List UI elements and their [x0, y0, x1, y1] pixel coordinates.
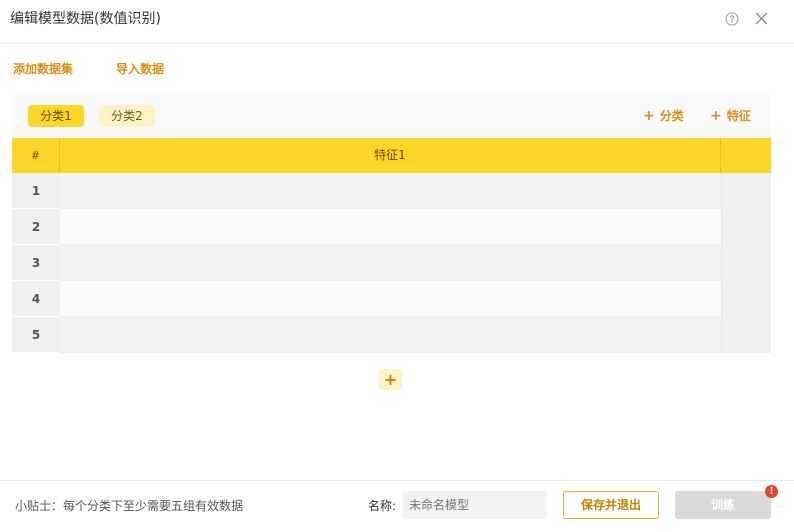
add-feature-button[interactable]: + 特征: [710, 107, 751, 125]
alert-icon: !: [765, 485, 778, 498]
tab-category-1[interactable]: 分类1: [28, 105, 84, 127]
dialog-title: 编辑模型数据(数值识别): [10, 11, 161, 27]
table-row: 1: [12, 173, 721, 209]
save-and-exit-button[interactable]: 保存并退出: [563, 491, 659, 519]
row-actions-column: [721, 173, 771, 353]
import-data-button[interactable]: 导入数据: [116, 60, 164, 78]
add-feature-label: 特征: [726, 109, 751, 123]
data-panel: 分类1 分类2 + 分类 + 特征 # 特征1 1 2 3 4 5: [12, 94, 771, 353]
index-column-header: #: [12, 138, 60, 173]
table-cell[interactable]: [60, 173, 721, 209]
add-row-button[interactable]: +: [379, 369, 402, 390]
plus-icon: +: [710, 108, 722, 124]
table-header: # 特征1: [12, 138, 771, 173]
dialog-header: 编辑模型数据(数值识别): [0, 0, 794, 44]
close-icon[interactable]: [754, 11, 769, 26]
table-row: 5: [12, 317, 721, 353]
table-row: 2: [12, 209, 721, 245]
feature-column-header[interactable]: 特征1: [60, 138, 721, 173]
train-button[interactable]: 训练: [675, 491, 771, 519]
edit-model-data-dialog: 编辑模型数据(数值识别) 添加数据集 导入数据 分类1 分类2 + 分类 + 特征 …: [0, 0, 794, 532]
plus-icon: +: [643, 108, 655, 124]
tip-text: 小贴士：每个分类下至少需要五组有效数据: [15, 499, 244, 513]
table-cell[interactable]: [60, 317, 721, 353]
add-category-label: 分类: [659, 109, 684, 123]
name-label: 名称:: [368, 499, 397, 513]
help-icon[interactable]: [725, 12, 739, 26]
tab-category-2[interactable]: 分类2: [99, 105, 155, 127]
add-category-button[interactable]: + 分类: [643, 107, 684, 125]
row-index: 4: [12, 281, 60, 317]
dialog-footer: 小贴士：每个分类下至少需要五组有效数据 名称: 保存并退出 训练 !: [0, 480, 794, 532]
row-index: 5: [12, 317, 60, 353]
extra-column-header: [721, 138, 771, 173]
table-row: 4: [12, 281, 721, 317]
row-index: 1: [12, 173, 60, 209]
table-cell[interactable]: [60, 209, 721, 245]
table-cell[interactable]: [60, 281, 721, 317]
row-index: 3: [12, 245, 60, 281]
row-index: 2: [12, 209, 60, 245]
model-name-input[interactable]: [403, 491, 547, 519]
table-row: 3: [12, 245, 721, 281]
add-dataset-button[interactable]: 添加数据集: [13, 60, 73, 78]
table-cell[interactable]: [60, 245, 721, 281]
